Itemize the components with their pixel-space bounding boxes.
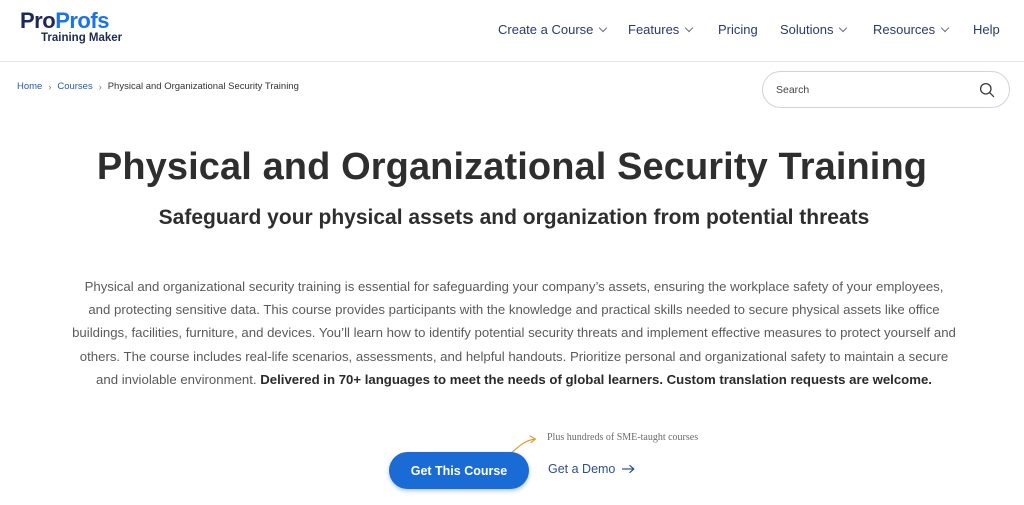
breadcrumb-separator: ›	[48, 81, 52, 92]
site-header: ProProfs Training Maker Create a Course …	[0, 0, 1024, 62]
breadcrumb-courses-link[interactable]: Courses	[57, 81, 92, 92]
breadcrumb-current-page: Physical and Organizational Security Tra…	[107, 81, 299, 92]
nav-resources[interactable]: Resources	[873, 22, 950, 37]
demo-label: Get a Demo	[548, 462, 616, 476]
nav-label: Solutions	[780, 22, 834, 37]
chevron-down-icon	[599, 23, 608, 33]
description-highlight: Delivered in 70+ languages to meet the n…	[260, 371, 932, 387]
breadcrumb-separator: ›	[98, 81, 102, 92]
chevron-down-icon	[685, 23, 694, 33]
search-box	[762, 71, 1010, 108]
description-text: Physical and organizational security tra…	[72, 279, 956, 387]
cta-label: Get This Course	[410, 463, 508, 478]
nav-pricing[interactable]: Pricing	[718, 22, 758, 37]
course-description: Physical and organizational security tra…	[72, 275, 956, 391]
breadcrumb-home-link[interactable]: Home	[17, 81, 42, 92]
page-subtitle: Safeguard your physical assets and organ…	[158, 206, 870, 229]
search-input[interactable]	[776, 82, 966, 98]
nav-features[interactable]: Features	[628, 22, 694, 37]
courses-note: Plus hundreds of SME-taught courses	[547, 432, 699, 443]
chevron-down-icon	[839, 23, 848, 33]
main-nav: Create a Course Features Pricing Solutio…	[0, 22, 1024, 40]
search-icon[interactable]	[979, 82, 995, 98]
nav-help[interactable]: Help	[973, 22, 1000, 37]
nav-label: Pricing	[718, 22, 758, 37]
get-this-course-button[interactable]: Get This Course	[389, 452, 529, 489]
chevron-down-icon	[940, 23, 950, 33]
nav-label: Help	[973, 22, 1000, 37]
page-title: Physical and Organizational Security Tra…	[96, 146, 928, 188]
nav-label: Resources	[873, 22, 936, 37]
breadcrumb: Home › Courses › Physical and Organizati…	[17, 81, 299, 92]
nav-solutions[interactable]: Solutions	[780, 22, 848, 37]
get-a-demo-link[interactable]: Get a Demo	[548, 462, 635, 476]
nav-create-a-course[interactable]: Create a Course	[498, 22, 608, 37]
nav-label: Features	[628, 22, 680, 37]
nav-label: Create a Course	[498, 22, 594, 37]
arrow-right-icon	[622, 464, 635, 474]
